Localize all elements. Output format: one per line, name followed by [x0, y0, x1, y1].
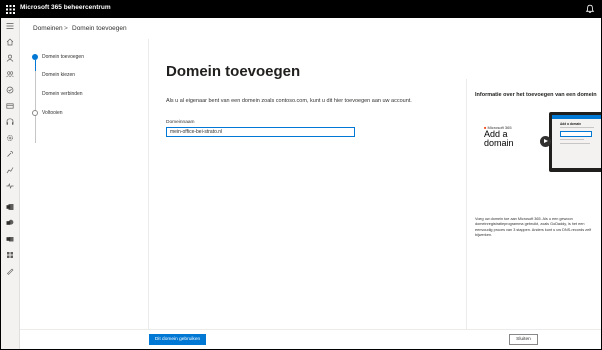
health-icon[interactable]: [6, 182, 14, 190]
pen-icon[interactable]: [6, 267, 14, 275]
bell-icon[interactable]: [585, 4, 595, 14]
left-navigation: [1, 18, 20, 349]
wizard-footer: Dit domein gebruiken Sluiten: [20, 329, 601, 349]
top-bar: Microsoft 365 beheercentrum: [1, 1, 601, 18]
breadcrumb: Domeinen > Domein toevoegen: [20, 18, 601, 40]
step-connector: [34, 71, 36, 143]
breadcrumb-current: Domein toevoegen: [72, 25, 127, 32]
video-title-line2: domain: [484, 138, 514, 148]
sharepoint-icon[interactable]: [6, 219, 14, 227]
intro-text: Als u al eigenaar bent van een domein zo…: [166, 98, 412, 104]
step-add-domain[interactable]: Domein toevoegen: [42, 54, 84, 60]
app-title[interactable]: Microsoft 365 beheercentrum: [20, 4, 111, 11]
close-button[interactable]: Sluiten: [509, 334, 538, 345]
wizard-steps: Domein toevoegen Domein kiezen Domein ve…: [20, 39, 149, 329]
domain-name-label: Domeinnaam: [166, 120, 195, 125]
breadcrumb-separator: >: [64, 25, 68, 32]
step-connect-domain: Domein verbinden: [42, 91, 83, 97]
laptop-image: Add a domain: [549, 112, 601, 172]
menu-icon[interactable]: [6, 22, 14, 30]
exchange-icon[interactable]: [6, 203, 14, 211]
setup-icon[interactable]: [6, 150, 14, 158]
step-finish: Voltooien: [42, 110, 63, 116]
step-indicator: [32, 110, 38, 116]
waffle-icon[interactable]: [5, 4, 16, 15]
info-heading: Informatie over het toevoegen van een do…: [475, 92, 597, 98]
groups-icon[interactable]: [6, 70, 14, 78]
admin-center-window: Microsoft 365 beheercentrum Domeinen > D…: [0, 0, 602, 350]
step-connector: [34, 60, 36, 71]
home-icon[interactable]: [6, 38, 14, 46]
all-admin-centers-icon[interactable]: [6, 251, 14, 259]
reports-icon[interactable]: [6, 166, 14, 174]
play-icon[interactable]: [540, 136, 551, 147]
billing-icon[interactable]: [6, 102, 14, 110]
user-icon[interactable]: [6, 54, 14, 62]
roles-icon[interactable]: [6, 86, 14, 94]
settings-icon[interactable]: [6, 134, 14, 142]
teams-icon[interactable]: [6, 235, 14, 243]
step-choose-domain: Domein kiezen: [42, 72, 76, 78]
page-title: Domein toevoegen: [166, 63, 301, 80]
use-this-domain-button[interactable]: Dit domein gebruiken: [149, 334, 206, 345]
video-thumbnail[interactable]: ■ Microsoft 365 Add a domain Add a domai…: [475, 109, 601, 177]
wizard-content: Domein toevoegen Domein kiezen Domein ve…: [20, 39, 601, 329]
support-icon[interactable]: [6, 118, 14, 126]
info-description: Voeg uw domein toe aan Microsoft 365. Al…: [475, 217, 592, 238]
domain-name-input[interactable]: [166, 127, 355, 137]
breadcrumb-domains-link[interactable]: Domeinen: [33, 25, 63, 32]
main-panel: Domein toevoegen Als u al eigenaar bent …: [148, 39, 453, 329]
info-panel: Informatie over het toevoegen van een do…: [466, 79, 601, 329]
